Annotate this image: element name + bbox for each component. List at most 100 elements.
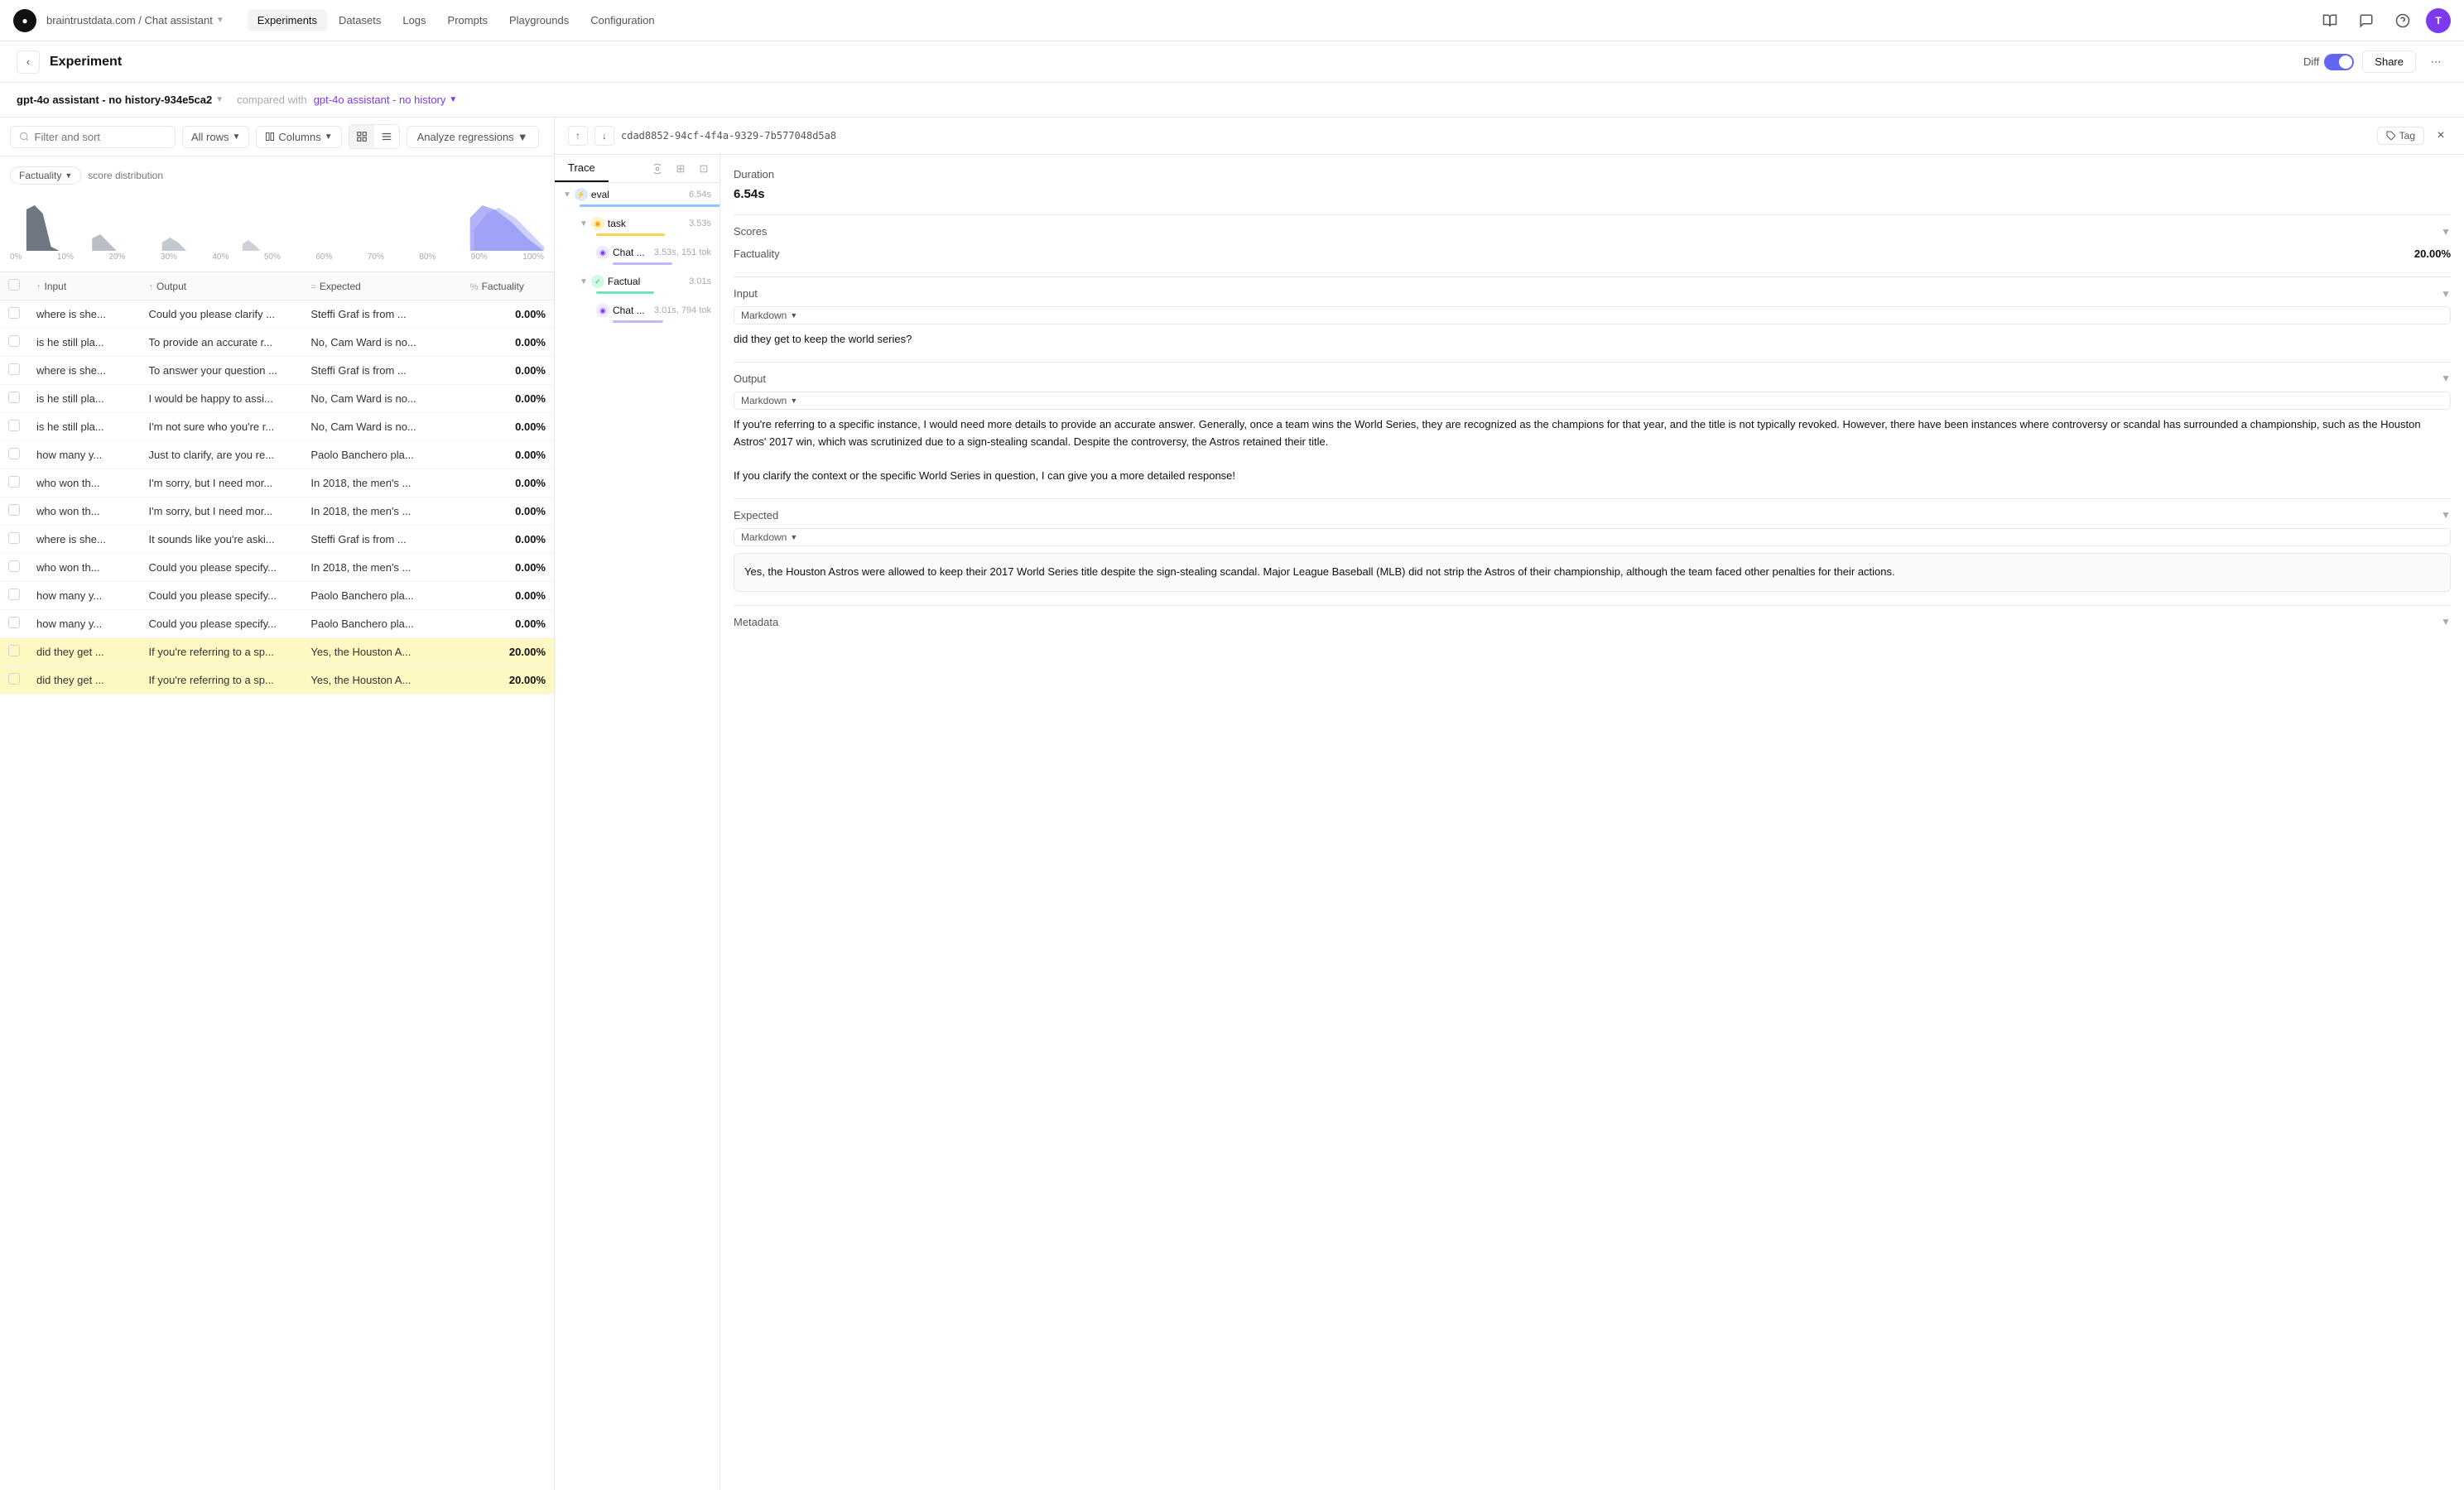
close-button[interactable]: × [2431, 126, 2451, 146]
dist-labels: 0% 10% 20% 30% 40% 50% 60% 70% 80% 90% 1… [10, 252, 544, 262]
analyze-button[interactable]: Analyze regressions ▼ [407, 126, 539, 148]
nav-item-prompts[interactable]: Prompts [438, 9, 498, 31]
next-record-button[interactable]: ↓ [594, 126, 614, 146]
table-row[interactable]: how many y... Just to clarify, are you r… [0, 441, 554, 469]
row-checkbox[interactable] [0, 329, 28, 357]
table-row[interactable]: did they get ... If you're referring to … [0, 666, 554, 695]
cell-factuality: 0.00% [462, 469, 554, 497]
chat2-time: 3.01s, 794 tok [654, 305, 711, 315]
task-icon: ◉ [591, 217, 604, 230]
compare-link[interactable]: gpt-4o assistant - no history ▼ [314, 94, 458, 106]
table-row[interactable]: how many y... Could you please specify..… [0, 582, 554, 610]
row-checkbox[interactable] [0, 610, 28, 638]
tag-icon [2386, 131, 2396, 141]
nav-item-datasets[interactable]: Datasets [329, 9, 391, 31]
cell-factuality: 0.00% [462, 526, 554, 554]
trace-layout-btn[interactable]: ⊞ [671, 160, 690, 178]
table-row[interactable]: who won th... Could you please specify..… [0, 554, 554, 582]
table-row[interactable]: where is she... It sounds like you're as… [0, 526, 554, 554]
nav-item-configuration[interactable]: Configuration [580, 9, 664, 31]
row-checkbox[interactable] [0, 357, 28, 385]
prev-record-button[interactable]: ↑ [568, 126, 588, 146]
table-header: ↑Input ↑Output =Expected %Factuality [0, 272, 554, 300]
cell-factuality: 20.00% [462, 666, 554, 695]
more-options-button[interactable]: ⋯ [2424, 50, 2447, 74]
cell-factuality: 0.00% [462, 554, 554, 582]
current-version[interactable]: gpt-4o assistant - no history-934e5ca2 ▼ [17, 94, 224, 106]
row-checkbox[interactable] [0, 385, 28, 413]
row-checkbox[interactable] [0, 441, 28, 469]
cell-output: Could you please clarify ... [141, 300, 303, 329]
row-checkbox[interactable] [0, 526, 28, 554]
expected-expand[interactable]: ▼ [2441, 509, 2451, 521]
trace-factual[interactable]: ▼ ✓ Factual 3.01s [571, 270, 719, 299]
diff-toggle-switch[interactable] [2324, 54, 2354, 70]
toggle-knob [2339, 55, 2352, 69]
row-checkbox[interactable] [0, 300, 28, 329]
row-checkbox[interactable] [0, 638, 28, 666]
output-markdown-select[interactable]: Markdown ▼ [734, 392, 2451, 410]
trace-fullscreen-btn[interactable]: ⊡ [695, 160, 713, 178]
metadata-expand[interactable]: ▼ [2441, 616, 2451, 627]
nav-item-logs[interactable]: Logs [392, 9, 436, 31]
top-navigation: ● braintrustdata.com / Chat assistant ▼ … [0, 0, 2464, 41]
factuality-chip[interactable]: Factuality ▼ [10, 166, 81, 185]
trace-settings-btn[interactable] [648, 160, 667, 178]
back-button[interactable]: ‹ [17, 50, 40, 74]
row-checkbox[interactable] [0, 554, 28, 582]
table-row[interactable]: how many y... Could you please specify..… [0, 610, 554, 638]
scores-label: Scores [734, 225, 767, 238]
scores-expand[interactable]: ▼ [2441, 226, 2451, 238]
search-input[interactable] [35, 131, 166, 143]
rp-header: ↑ ↓ cdad8852-94cf-4f4a-9329-7b577048d5a8… [555, 118, 2464, 155]
tag-button[interactable]: Tag [2377, 127, 2424, 145]
chat1-time: 3.53s, 151 tok [654, 248, 711, 257]
book-icon-btn[interactable] [2317, 7, 2343, 34]
metadata-label: Metadata [734, 616, 778, 628]
trace-indent-2b: ◉ Chat ... 3.01s, 794 tok [571, 299, 719, 328]
chart-area: Factuality ▼ score distribution [0, 156, 554, 272]
table-row[interactable]: is he still pla... I'm not sure who you'… [0, 413, 554, 441]
avatar[interactable]: T [2426, 8, 2451, 33]
expected-markdown-select[interactable]: Markdown ▼ [734, 528, 2451, 546]
view-grid-btn[interactable] [349, 125, 374, 148]
row-checkbox[interactable] [0, 469, 28, 497]
row-checkbox[interactable] [0, 666, 28, 695]
cell-input: is he still pla... [28, 385, 141, 413]
cell-input: who won th... [28, 469, 141, 497]
view-list-btn[interactable] [374, 125, 399, 148]
help-icon-btn[interactable] [2389, 7, 2416, 34]
row-checkbox[interactable] [0, 497, 28, 526]
cell-expected: Paolo Banchero pla... [302, 582, 461, 610]
factual-bar [596, 291, 654, 294]
trace-tab[interactable]: Trace [555, 155, 609, 182]
nav-item-experiments[interactable]: Experiments [248, 9, 327, 31]
row-checkbox[interactable] [0, 413, 28, 441]
table-row[interactable]: did they get ... If you're referring to … [0, 638, 554, 666]
trace-task[interactable]: ▼ ◉ task 3.53s [571, 212, 719, 241]
cell-expected: In 2018, the men's ... [302, 554, 461, 582]
breadcrumb[interactable]: braintrustdata.com / Chat assistant ▼ [46, 14, 224, 26]
trace-chat-1[interactable]: ◉ Chat ... 3.53s, 151 tok [588, 241, 719, 270]
table-row[interactable]: who won th... I'm sorry, but I need mor.… [0, 469, 554, 497]
table-row[interactable]: who won th... I'm sorry, but I need mor.… [0, 497, 554, 526]
chat-icon-btn[interactable] [2353, 7, 2380, 34]
table-row[interactable]: where is she... To answer your question … [0, 357, 554, 385]
input-markdown-select[interactable]: Markdown ▼ [734, 306, 2451, 324]
output-expand[interactable]: ▼ [2441, 372, 2451, 384]
chat1-bar [613, 262, 672, 265]
search-box[interactable] [10, 126, 176, 148]
table-row[interactable]: is he still pla... To provide an accurat… [0, 329, 554, 357]
trace-chat-2[interactable]: ◉ Chat ... 3.01s, 794 tok [588, 299, 719, 328]
trace-eval[interactable]: ▼ ⚡ eval 6.54s [555, 183, 719, 212]
table-row[interactable]: where is she... Could you please clarify… [0, 300, 554, 329]
trace-indent-1: ▼ ◉ task 3.53s ◉ Chat ... 3.53s, [555, 212, 719, 328]
row-checkbox[interactable] [0, 582, 28, 610]
table-row[interactable]: is he still pla... I would be happy to a… [0, 385, 554, 413]
input-expand[interactable]: ▼ [2441, 288, 2451, 300]
all-rows-filter[interactable]: All rows ▼ [182, 126, 249, 148]
cell-output: Just to clarify, are you re... [141, 441, 303, 469]
nav-item-playgrounds[interactable]: Playgrounds [499, 9, 579, 31]
share-button[interactable]: Share [2362, 50, 2416, 73]
columns-filter[interactable]: Columns ▼ [256, 126, 341, 148]
